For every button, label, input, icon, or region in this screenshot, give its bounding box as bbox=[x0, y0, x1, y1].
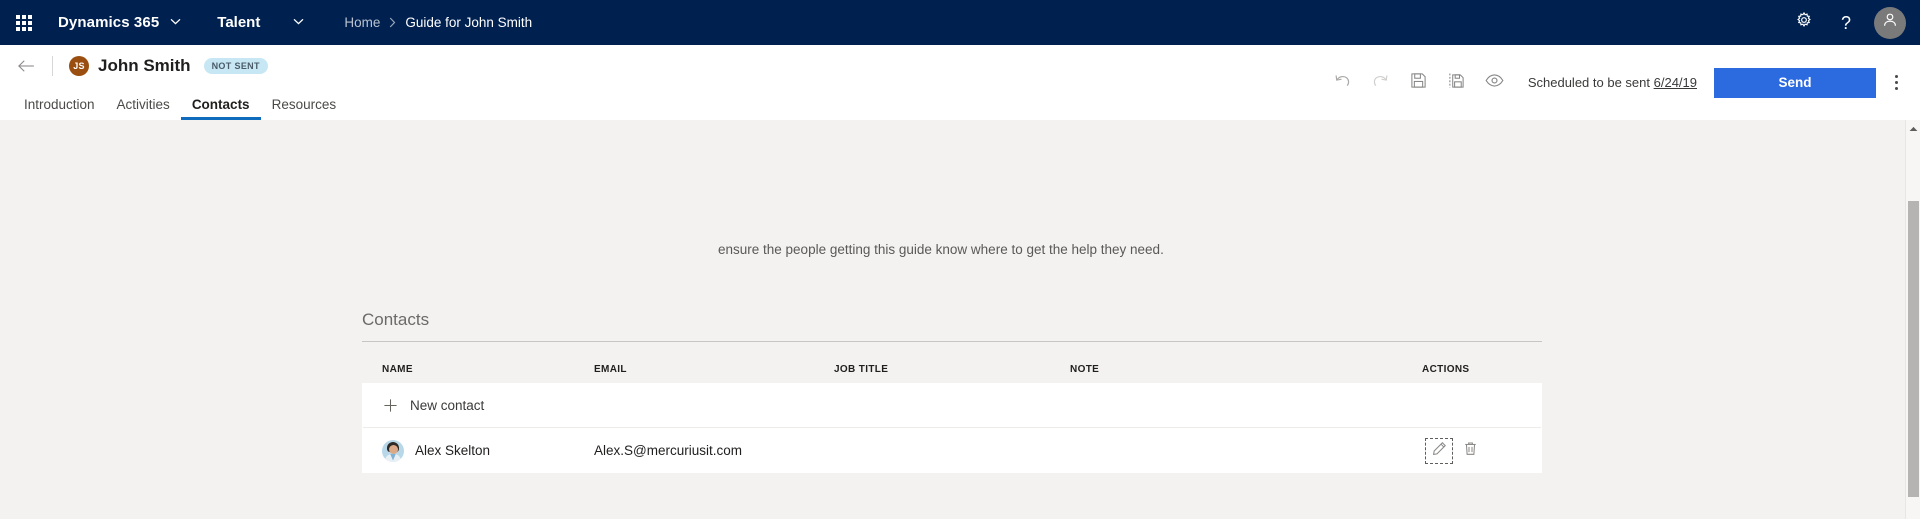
command-bar: JS John Smith NOT SENT Introduction Acti… bbox=[0, 45, 1920, 120]
breadcrumb: Home Guide for John Smith bbox=[344, 15, 532, 30]
schedule-date-link[interactable]: 6/24/19 bbox=[1654, 75, 1697, 90]
delete-contact-button[interactable] bbox=[1457, 439, 1483, 463]
contacts-table-body: New contact Alex Skelton Alex.S@mercuriu… bbox=[362, 383, 1542, 473]
brand-label[interactable]: Dynamics 365 bbox=[58, 14, 159, 31]
schedule-status: Scheduled to be sent 6/24/19 bbox=[1528, 75, 1697, 90]
tab-introduction[interactable]: Introduction bbox=[13, 97, 106, 120]
page-title: John Smith bbox=[98, 56, 191, 75]
help-button[interactable]: ? bbox=[1826, 0, 1866, 45]
table-row[interactable]: Alex Skelton Alex.S@mercuriusit.com bbox=[362, 428, 1542, 473]
status-badge: NOT SENT bbox=[203, 58, 268, 74]
column-header-name: NAME bbox=[382, 364, 413, 375]
user-account-button[interactable] bbox=[1874, 6, 1906, 39]
contacts-table-header: NAME EMAIL JOB TITLE NOTE ACTIONS bbox=[362, 342, 1542, 383]
save-button[interactable] bbox=[1400, 63, 1438, 103]
app-name-label[interactable]: Talent bbox=[217, 14, 260, 31]
intro-text-fragment: ensure the people getting this guide kno… bbox=[718, 242, 1164, 257]
save-as-icon bbox=[1448, 72, 1465, 94]
breadcrumb-current-page[interactable]: Guide for John Smith bbox=[405, 15, 532, 30]
contact-email-cell: Alex.S@mercuriusit.com bbox=[594, 443, 742, 458]
edit-icon bbox=[1432, 441, 1447, 461]
save-icon bbox=[1410, 72, 1427, 94]
column-header-actions: ACTIONS bbox=[1422, 364, 1470, 375]
eye-icon bbox=[1485, 73, 1504, 93]
avatar bbox=[382, 439, 404, 462]
contacts-section-title: Contacts bbox=[362, 310, 430, 329]
breadcrumb-home-link[interactable]: Home bbox=[344, 15, 380, 30]
back-button[interactable] bbox=[12, 52, 40, 80]
app-launcher-button[interactable] bbox=[0, 0, 48, 45]
scroll-up-button[interactable] bbox=[1906, 120, 1920, 136]
contact-actions-cell bbox=[1422, 437, 1542, 464]
settings-button[interactable] bbox=[1784, 0, 1824, 45]
waffle-grid-icon bbox=[16, 14, 32, 31]
undo-button[interactable] bbox=[1324, 63, 1362, 103]
header-divider bbox=[52, 56, 53, 76]
breadcrumb-separator-icon bbox=[389, 17, 396, 28]
new-contact-label: New contact bbox=[410, 397, 485, 413]
app-chevron-down-icon[interactable] bbox=[293, 18, 304, 25]
vertical-scrollbar[interactable] bbox=[1905, 120, 1920, 519]
plus-icon bbox=[382, 397, 398, 413]
tab-resources[interactable]: Resources bbox=[261, 97, 348, 120]
top-bar-actions: ? bbox=[1784, 0, 1920, 45]
contact-name-cell: Alex Skelton bbox=[362, 439, 594, 462]
tab-contacts[interactable]: Contacts bbox=[180, 97, 261, 120]
redo-icon bbox=[1372, 72, 1389, 94]
undo-icon bbox=[1334, 72, 1351, 94]
column-header-email: EMAIL bbox=[594, 364, 627, 375]
column-header-note: NOTE bbox=[1070, 364, 1100, 375]
contact-name-text: Alex Skelton bbox=[415, 443, 491, 458]
tab-activities[interactable]: Activities bbox=[106, 97, 181, 120]
schedule-label: Scheduled to be sent bbox=[1527, 75, 1650, 90]
delete-icon bbox=[1463, 441, 1478, 461]
kebab-dot bbox=[1894, 81, 1898, 84]
scrollbar-thumb[interactable] bbox=[1908, 201, 1919, 497]
save-as-button[interactable] bbox=[1438, 63, 1476, 103]
send-button[interactable]: Send bbox=[1714, 67, 1876, 98]
guide-canvas: ensure the people getting this guide kno… bbox=[0, 120, 1905, 519]
command-bar-actions: Scheduled to be sent 6/24/19 Send bbox=[1324, 45, 1920, 120]
record-avatar: JS bbox=[69, 56, 89, 76]
kebab-dot bbox=[1894, 75, 1898, 78]
kebab-dot bbox=[1894, 87, 1898, 90]
contacts-section: Contacts NAME EMAIL JOB TITLE NOTE ACTIO… bbox=[362, 310, 1542, 473]
column-header-job-title: JOB TITLE bbox=[834, 364, 889, 375]
scroll-up-icon bbox=[1909, 120, 1918, 137]
top-navigation-bar: Dynamics 365 Talent Home Guide for John … bbox=[0, 0, 1920, 45]
preview-button[interactable] bbox=[1476, 63, 1514, 103]
redo-button[interactable] bbox=[1362, 63, 1400, 103]
more-options-button[interactable] bbox=[1880, 63, 1912, 103]
question-mark-icon: ? bbox=[1840, 12, 1851, 33]
edit-contact-button[interactable] bbox=[1425, 437, 1453, 464]
brand-chevron-down-icon[interactable] bbox=[170, 18, 181, 25]
content-area: ensure the people getting this guide kno… bbox=[0, 120, 1920, 519]
gear-icon bbox=[1795, 11, 1813, 34]
new-contact-row[interactable]: New contact bbox=[362, 383, 1542, 427]
person-icon bbox=[1881, 11, 1899, 34]
